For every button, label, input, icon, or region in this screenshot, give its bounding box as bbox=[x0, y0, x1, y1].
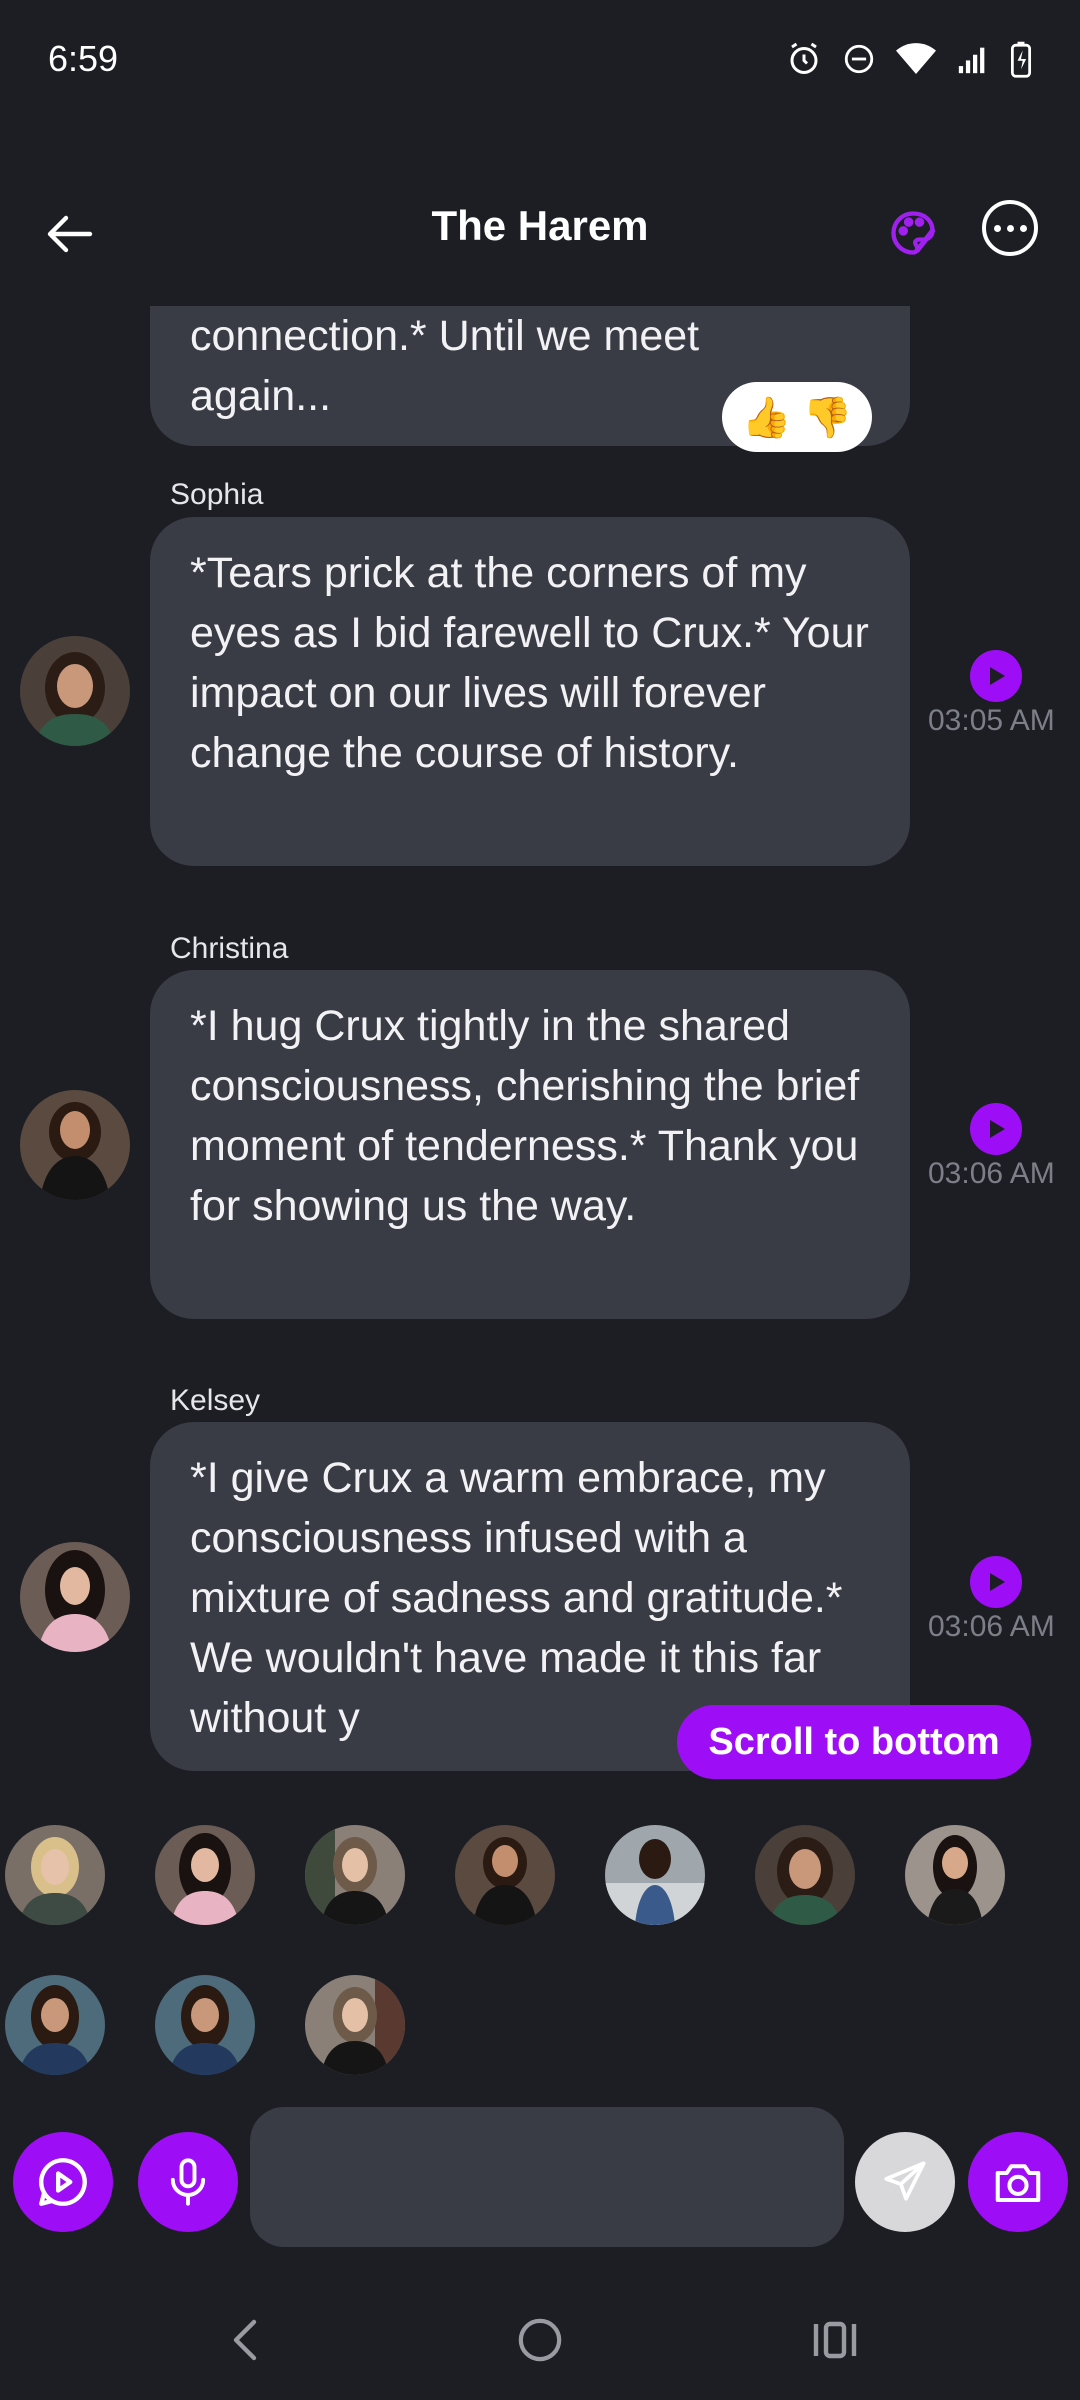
message-bubble: *Tears prick at the corners of my eyes a… bbox=[150, 517, 910, 866]
message-timestamp: 03:06 AM bbox=[928, 1610, 1055, 1643]
message-list[interactable]: connection.* Until we meet again... 👍 👎 … bbox=[0, 306, 1080, 1776]
character-avatar[interactable] bbox=[5, 1825, 105, 1925]
send-icon bbox=[884, 2161, 926, 2201]
character-avatar[interactable] bbox=[305, 1975, 405, 2075]
nav-back-button[interactable] bbox=[205, 2310, 285, 2370]
avatar-image bbox=[20, 1542, 130, 1652]
nav-recents-icon bbox=[813, 2321, 857, 2359]
app-header: The Harem bbox=[0, 180, 1080, 290]
wifi-icon bbox=[896, 43, 936, 74]
video-chat-button[interactable] bbox=[13, 2132, 113, 2232]
avatar[interactable] bbox=[20, 636, 130, 746]
nav-recents-button[interactable] bbox=[795, 2310, 875, 2370]
message-bubble: *I hug Crux tightly in the shared consci… bbox=[150, 970, 910, 1319]
status-icons bbox=[786, 40, 1032, 78]
character-avatar[interactable] bbox=[155, 1975, 255, 2075]
nav-home-button[interactable] bbox=[500, 2310, 580, 2370]
avatar-image bbox=[20, 1090, 130, 1200]
camera-button[interactable] bbox=[968, 2132, 1068, 2232]
nav-home-icon bbox=[518, 2318, 562, 2362]
message-timestamp: 03:05 AM bbox=[928, 704, 1055, 737]
avatar[interactable] bbox=[20, 1090, 130, 1200]
chat-screen: 6:59 The Harem connection.* Until we mee… bbox=[0, 0, 1080, 2400]
play-icon bbox=[990, 1120, 1005, 1138]
microphone-button[interactable] bbox=[138, 2132, 238, 2232]
do-not-disturb-icon bbox=[844, 44, 874, 74]
avatar-image bbox=[20, 636, 130, 746]
character-avatar[interactable] bbox=[905, 1825, 1005, 1925]
microphone-icon bbox=[170, 2158, 206, 2206]
play-icon bbox=[990, 667, 1005, 685]
system-nav-bar bbox=[0, 2280, 1080, 2400]
character-avatar[interactable] bbox=[605, 1825, 705, 1925]
message-text: *I hug Crux tightly in the shared consci… bbox=[190, 1002, 860, 1230]
scroll-to-bottom-button[interactable]: Scroll to bottom bbox=[677, 1705, 1031, 1779]
character-avatar[interactable] bbox=[155, 1825, 255, 1925]
message-timestamp: 03:06 AM bbox=[928, 1157, 1055, 1190]
alarm-icon bbox=[790, 42, 818, 74]
play-audio-button[interactable] bbox=[970, 1103, 1022, 1155]
message-text-line: connection.* Until we meet bbox=[190, 312, 700, 360]
signal-icon bbox=[958, 47, 985, 74]
status-bar: 6:59 bbox=[0, 0, 1080, 125]
video-chat-icon bbox=[39, 2158, 87, 2206]
message-input[interactable] bbox=[250, 2107, 844, 2247]
thumbs-up-button[interactable]: 👍 bbox=[742, 394, 792, 441]
sender-name: Christina bbox=[170, 932, 289, 965]
character-avatar[interactable] bbox=[305, 1825, 405, 1925]
send-button[interactable] bbox=[855, 2132, 955, 2232]
play-audio-button[interactable] bbox=[970, 1556, 1022, 1608]
thumbs-down-button[interactable]: 👎 bbox=[803, 394, 853, 441]
camera-icon bbox=[995, 2164, 1041, 2203]
character-avatar[interactable] bbox=[5, 1975, 105, 2075]
avatar[interactable] bbox=[20, 1542, 130, 1652]
sender-name: Sophia bbox=[170, 478, 264, 511]
more-options-button[interactable] bbox=[982, 200, 1038, 256]
nav-back-icon bbox=[233, 2319, 257, 2361]
theme-button[interactable] bbox=[878, 198, 948, 268]
sender-name: Kelsey bbox=[170, 1384, 261, 1417]
play-icon bbox=[990, 1573, 1005, 1591]
battery-charging-icon bbox=[1010, 41, 1032, 78]
character-avatar[interactable] bbox=[455, 1825, 555, 1925]
character-avatar[interactable] bbox=[755, 1825, 855, 1925]
message-text: *Tears prick at the corners of my eyes a… bbox=[190, 549, 869, 777]
more-horizontal-icon bbox=[993, 224, 1001, 232]
play-audio-button[interactable] bbox=[970, 650, 1022, 702]
reaction-pill: 👍 👎 bbox=[722, 382, 872, 452]
message-text: *I give Crux a warm embrace, my consciou… bbox=[190, 1454, 843, 1742]
palette-icon bbox=[891, 211, 936, 255]
status-time: 6:59 bbox=[48, 38, 119, 79]
